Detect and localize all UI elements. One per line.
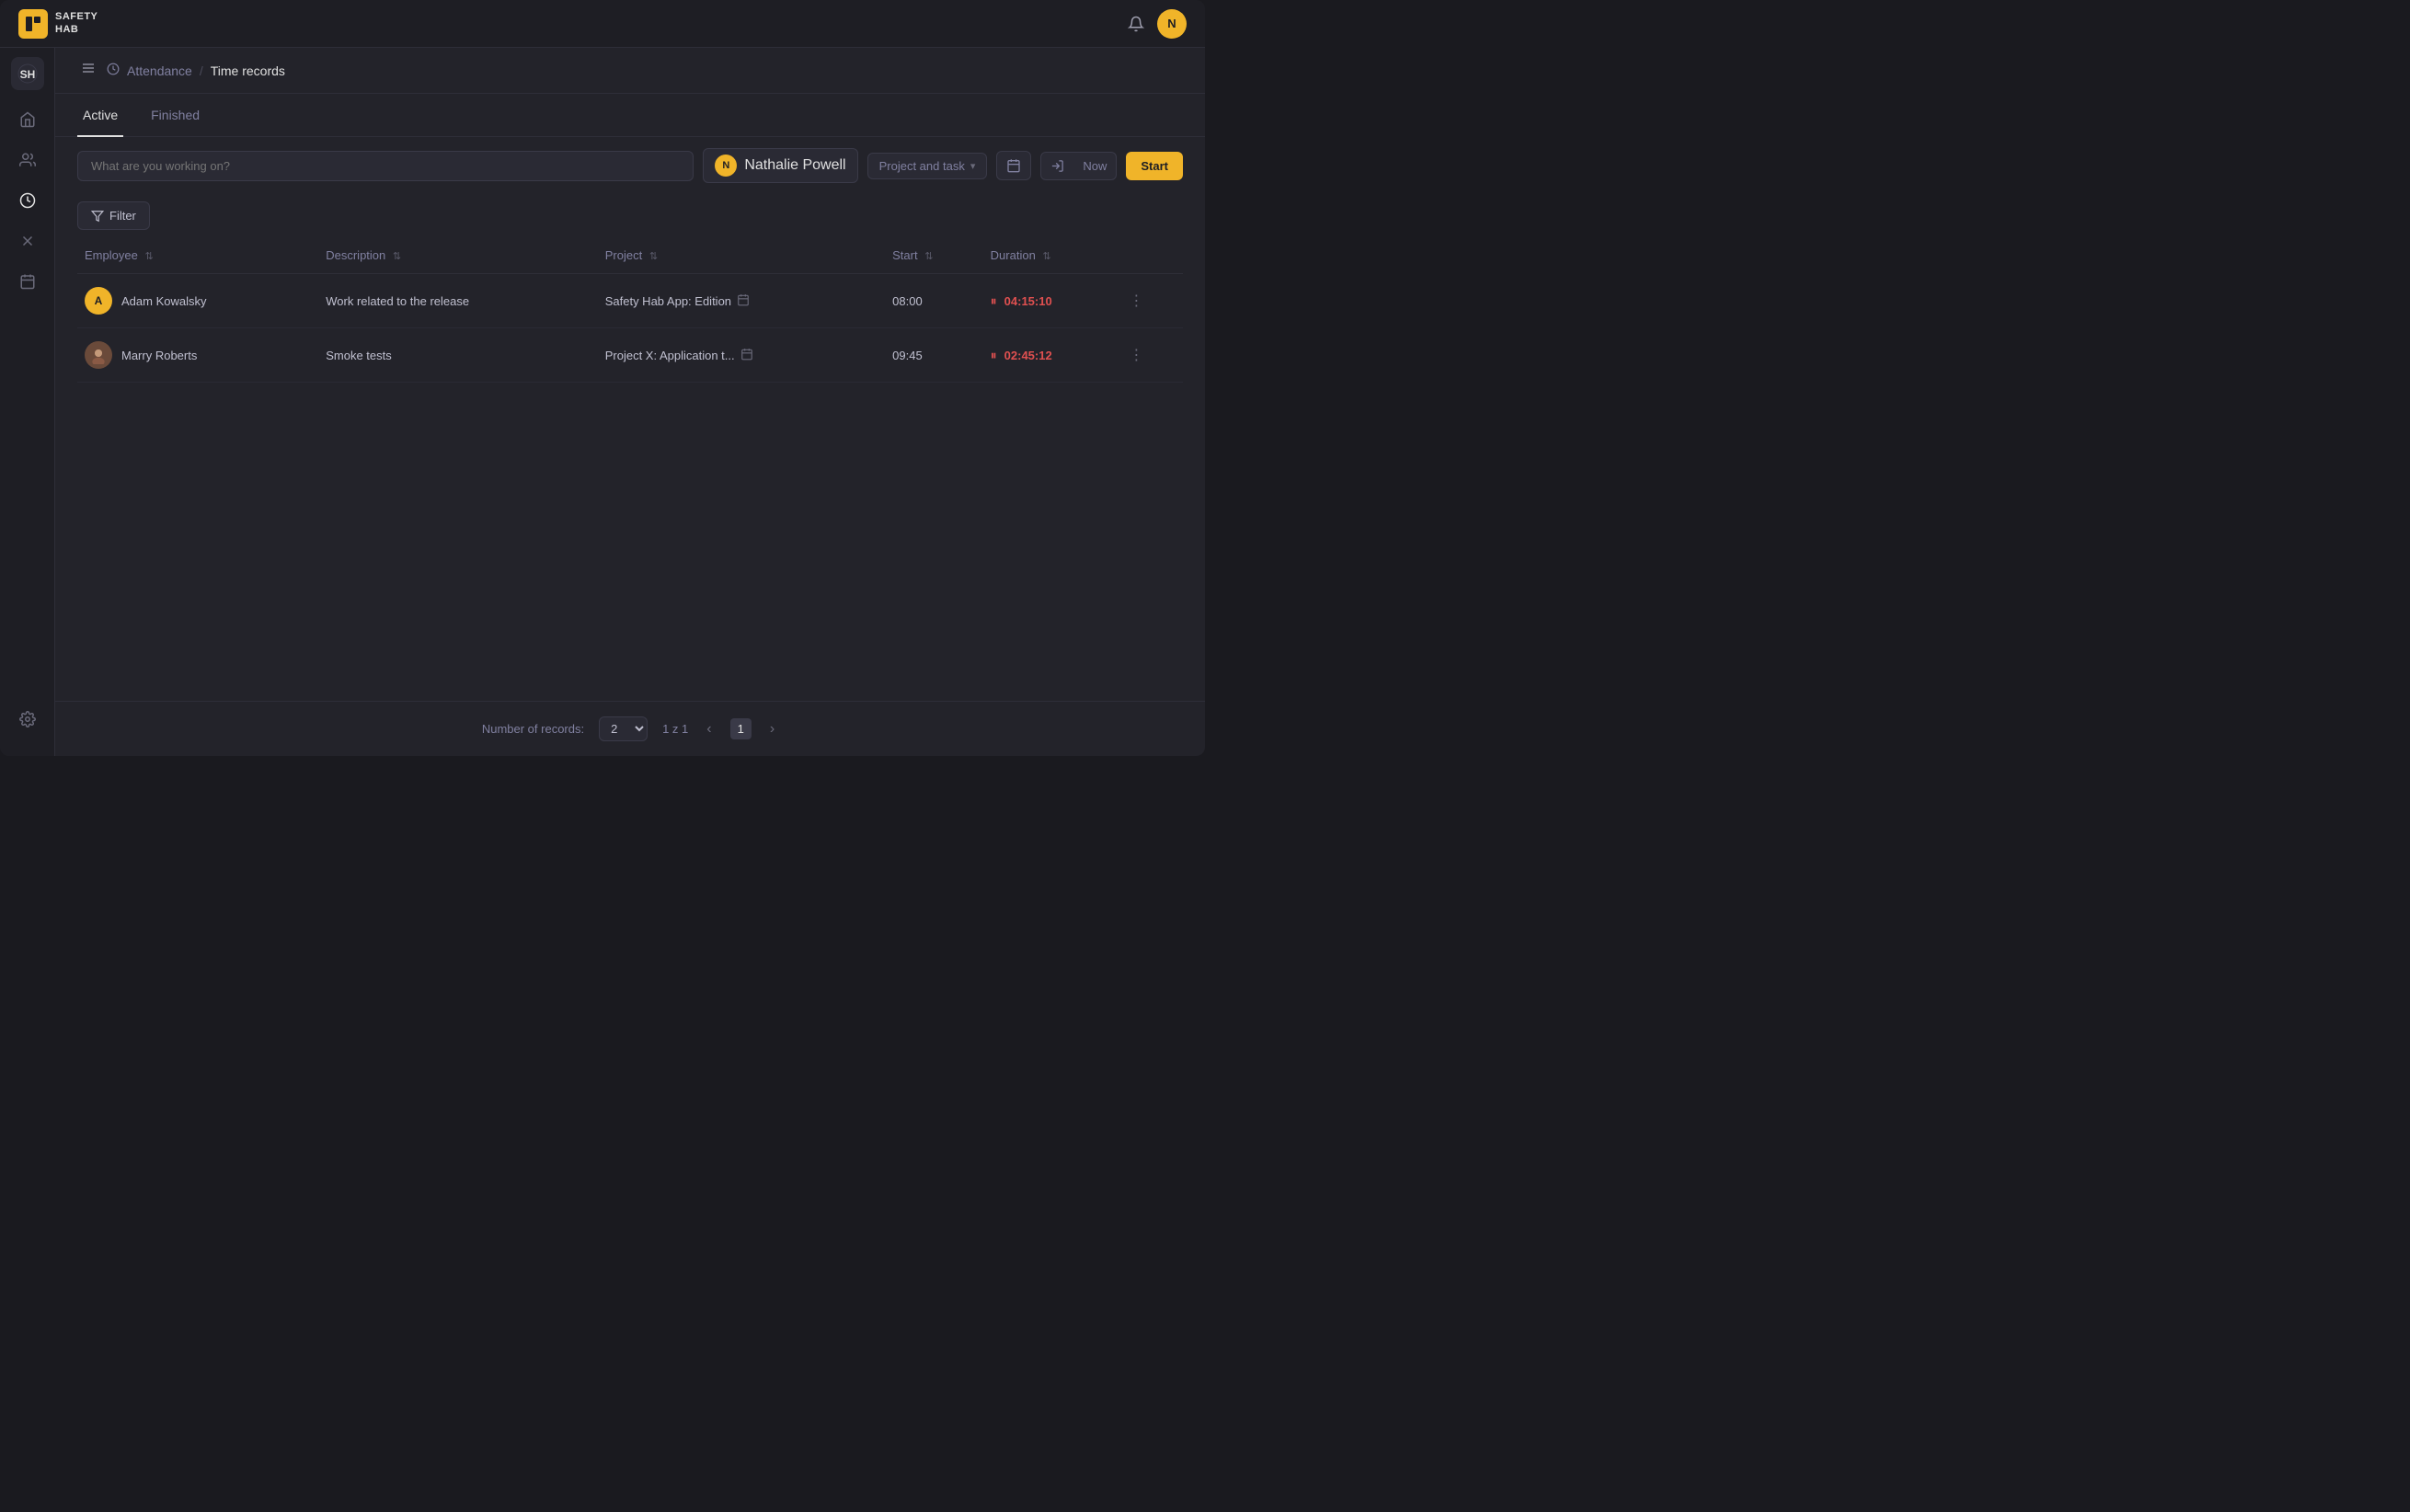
timer-project-selector[interactable]: Project and task ▾ xyxy=(867,153,988,179)
sidebar-logo[interactable]: SH xyxy=(11,57,44,90)
main-layout: SH xyxy=(0,48,1205,756)
app-logo: SAFETY HAB xyxy=(18,9,98,39)
col-duration[interactable]: Duration ⇅ xyxy=(983,237,1119,274)
calendar-icon-1 xyxy=(737,293,750,309)
sidebar: SH xyxy=(0,48,55,756)
sort-icon-project: ⇅ xyxy=(649,251,658,262)
breadcrumb-parent[interactable]: Attendance xyxy=(127,63,192,78)
timer-project-label: Project and task xyxy=(879,159,965,173)
records-table: Employee ⇅ Description ⇅ Project ⇅ xyxy=(77,237,1183,383)
col-employee[interactable]: Employee ⇅ xyxy=(77,237,318,274)
page-number[interactable]: 1 xyxy=(730,718,752,739)
menu-button[interactable] xyxy=(77,59,99,82)
logo-icon xyxy=(18,9,48,39)
records-label: Number of records: xyxy=(482,722,584,736)
pagination-bar: Number of records: 2 5 10 25 1 z 1 ‹ 1 › xyxy=(55,701,1205,756)
user-avatar-top[interactable]: N xyxy=(1157,9,1187,39)
table-row: A Adam Kowalsky Work related to the rele… xyxy=(77,274,1183,328)
cell-employee-1: A Adam Kowalsky xyxy=(77,274,318,328)
pause-icon-2: ⏸ xyxy=(991,348,997,363)
tabs-row: Active Finished xyxy=(55,94,1205,137)
cell-description-2: Smoke tests xyxy=(318,328,597,383)
filter-row: Filter xyxy=(55,194,1205,237)
sidebar-item-settings[interactable] xyxy=(9,701,46,738)
avatar-adam: A xyxy=(85,287,112,315)
timer-bar: N Nathalie Powell Project and task ▾ xyxy=(55,137,1205,194)
col-start[interactable]: Start ⇅ xyxy=(885,237,983,274)
duration-time-2: 02:45:12 xyxy=(1004,349,1052,362)
sort-icon-employee: ⇅ xyxy=(144,251,153,262)
sidebar-item-home[interactable] xyxy=(9,101,46,138)
tab-active[interactable]: Active xyxy=(77,95,123,137)
breadcrumb-current: Time records xyxy=(211,63,285,78)
pause-icon-1: ⏸ xyxy=(991,293,997,309)
breadcrumb-separator: / xyxy=(200,63,203,78)
employee-name-2: Marry Roberts xyxy=(121,349,197,362)
employee-name-1: Adam Kowalsky xyxy=(121,294,206,308)
timer-login-button[interactable] xyxy=(1041,153,1073,179)
sort-icon-start: ⇅ xyxy=(924,251,933,262)
more-button-1[interactable]: ⋮ xyxy=(1125,290,1147,312)
cell-duration-2: ⏸ 02:45:12 xyxy=(983,328,1119,383)
timer-now-label: Now xyxy=(1073,153,1116,179)
col-project[interactable]: Project ⇅ xyxy=(598,237,885,274)
timer-user-avatar: N xyxy=(715,155,737,177)
timer-start-group: Now xyxy=(1040,152,1117,180)
col-description[interactable]: Description ⇅ xyxy=(318,237,597,274)
page-next-button[interactable]: › xyxy=(766,717,778,741)
project-name-1: Safety Hab App: Edition xyxy=(605,294,731,308)
timer-input[interactable] xyxy=(77,151,694,181)
project-name-2: Project X: Application t... xyxy=(605,349,735,362)
timer-user-selector[interactable]: N Nathalie Powell xyxy=(703,148,857,183)
cell-description-1: Work related to the release xyxy=(318,274,597,328)
timer-calendar-button[interactable] xyxy=(996,151,1031,180)
sidebar-item-people[interactable] xyxy=(9,142,46,178)
table-container: Employee ⇅ Description ⇅ Project ⇅ xyxy=(55,237,1205,701)
chevron-down-icon: ▾ xyxy=(970,160,976,172)
start-button[interactable]: Start xyxy=(1126,152,1183,180)
logo-text: SAFETY HAB xyxy=(55,11,98,35)
notifications-button[interactable] xyxy=(1128,16,1144,32)
content-area: Attendance / Time records Active Finishe… xyxy=(55,48,1205,756)
calendar-icon-2 xyxy=(740,348,753,363)
sidebar-item-tools[interactable] xyxy=(9,223,46,259)
timer-user-name: Nathalie Powell xyxy=(744,157,845,174)
duration-time-1: 04:15:10 xyxy=(1004,294,1052,308)
tab-finished[interactable]: Finished xyxy=(145,95,205,137)
more-button-2[interactable]: ⋮ xyxy=(1125,344,1147,366)
cell-start-1: 08:00 xyxy=(885,274,983,328)
sort-icon-duration: ⇅ xyxy=(1042,251,1050,262)
avatar-marry xyxy=(85,341,112,369)
cell-start-2: 09:45 xyxy=(885,328,983,383)
cell-project-1: Safety Hab App: Edition xyxy=(598,274,885,328)
breadcrumb: Attendance / Time records xyxy=(107,63,285,78)
svg-text:SH: SH xyxy=(19,68,35,81)
sidebar-item-calendar[interactable] xyxy=(9,263,46,300)
page-prev-button[interactable]: ‹ xyxy=(703,717,715,741)
cell-project-2: Project X: Application t... xyxy=(598,328,885,383)
cell-employee-2: Marry Roberts xyxy=(77,328,318,383)
filter-label: Filter xyxy=(109,209,136,223)
topbar-right: N xyxy=(1128,9,1187,39)
table-row: Marry Roberts Smoke tests Project X: App… xyxy=(77,328,1183,383)
records-per-page-select[interactable]: 2 5 10 25 xyxy=(599,716,648,741)
content-header: Attendance / Time records xyxy=(55,48,1205,94)
top-bar: SAFETY HAB N xyxy=(0,0,1205,48)
sidebar-item-timer[interactable] xyxy=(9,182,46,219)
cell-duration-1: ⏸ 04:15:10 xyxy=(983,274,1119,328)
page-info: 1 z 1 xyxy=(662,722,688,736)
filter-button[interactable]: Filter xyxy=(77,201,150,230)
sort-icon-description: ⇅ xyxy=(393,251,401,262)
breadcrumb-clock-icon xyxy=(107,63,120,78)
